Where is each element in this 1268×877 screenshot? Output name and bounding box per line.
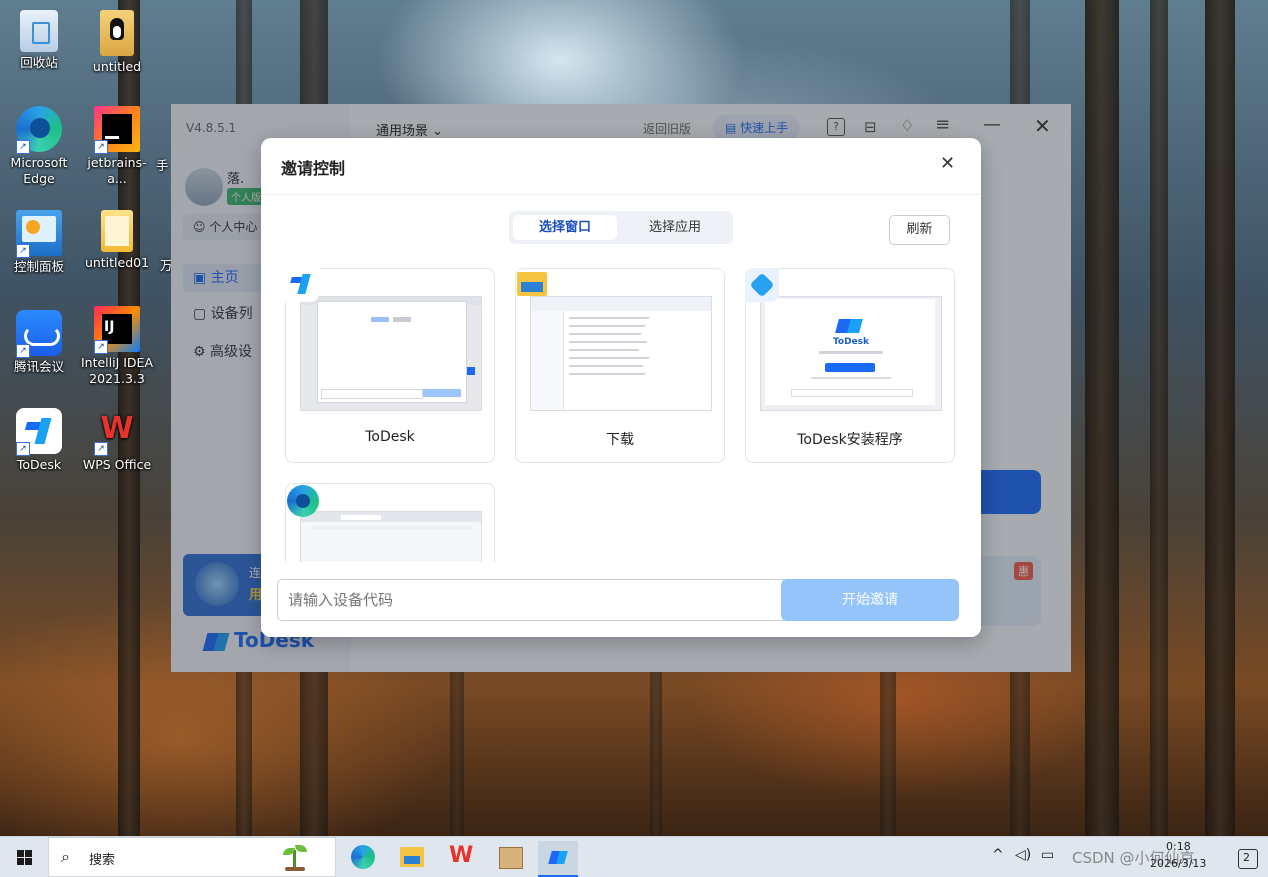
- search-label: 搜索: [89, 853, 116, 868]
- installer-brand: ToDesk: [832, 337, 870, 347]
- edge-icon: ↗: [16, 106, 62, 154]
- window-title: ToDesk安装程序: [797, 432, 903, 448]
- desktop-icon-label: 手: [156, 158, 169, 173]
- desktop-icon-untitled01[interactable]: untitled01: [78, 210, 156, 271]
- jetbrains-icon: ↗: [94, 106, 140, 154]
- chevron-up-icon[interactable]: ^: [992, 847, 1004, 863]
- desktop-icon-intellij[interactable]: IJ ↗ IntelliJ IDEA 2021.3.3: [78, 306, 156, 387]
- window-card-todesk[interactable]: ToDesk: [285, 268, 495, 463]
- desktop-icon-untitled[interactable]: untitled: [78, 10, 156, 75]
- todesk-icon: [285, 268, 319, 302]
- taskbar-package[interactable]: [490, 841, 530, 877]
- plant-icon: [281, 842, 309, 872]
- todesk-icon: ↗: [16, 408, 62, 456]
- control-panel-icon: ↗: [16, 210, 62, 258]
- desktop-icon-label: jetbrains-a...: [87, 155, 147, 186]
- intellij-icon: IJ ↗: [94, 306, 140, 354]
- tencent-meeting-icon: ↗: [16, 310, 62, 358]
- notification-count: 2: [1243, 851, 1250, 864]
- folder-icon: [101, 210, 133, 252]
- taskbar: ⌕ 搜索 W ^ ◁) ▭ CSDN @小何仙京 0:18 2026/3/13 …: [0, 836, 1268, 877]
- dialog-title: 邀请控制: [281, 159, 346, 178]
- window-thumbnail: [530, 296, 712, 411]
- desktop-icon-label: IntelliJ IDEA 2021.3.3: [80, 355, 154, 386]
- search-box[interactable]: ⌕ 搜索: [48, 837, 336, 877]
- desktop-icon-label: Microsoft Edge: [10, 155, 68, 186]
- desktop-icon-label: untitled01: [84, 255, 150, 270]
- window-thumbnail: ToDesk: [760, 296, 942, 411]
- tab-select-window[interactable]: 选择窗口: [513, 215, 617, 240]
- desktop-icon-control-panel[interactable]: ↗ 控制面板: [0, 210, 78, 275]
- desktop-icon-label: 回收站: [20, 55, 58, 70]
- desktop-icon-edge[interactable]: ↗ Microsoft Edge: [0, 106, 78, 187]
- clock-date[interactable]: 2026/3/13: [1150, 857, 1206, 870]
- start-button[interactable]: [0, 837, 48, 877]
- window-title: 下载: [606, 432, 634, 448]
- tab-select-app[interactable]: 选择应用: [623, 215, 727, 240]
- invite-control-dialog: 邀请控制 ✕ 选择窗口 选择应用 刷新 ToDesk 下载 ToDesk ToD…: [261, 138, 981, 637]
- search-icon: ⌕: [61, 847, 70, 866]
- refresh-button[interactable]: 刷新: [889, 215, 950, 245]
- volume-icon[interactable]: ◁): [1015, 847, 1031, 863]
- package-icon: [499, 847, 523, 869]
- wps-icon: W ↗: [94, 408, 140, 456]
- windows-logo-icon: [17, 850, 32, 865]
- todesk-installer-icon: [745, 268, 779, 302]
- taskbar-file-explorer[interactable]: [392, 841, 432, 877]
- notification-button[interactable]: 2: [1238, 849, 1258, 869]
- desktop-icon-label: ToDesk: [16, 457, 62, 472]
- todesk-icon: [548, 851, 568, 864]
- desktop-icon-label: untitled: [92, 59, 142, 74]
- desktop-icon-label: 腾讯会议: [13, 359, 64, 374]
- taskbar-todesk[interactable]: [538, 841, 578, 877]
- linux-tux-icon: [100, 10, 134, 56]
- footer-bar: 开始邀请: [261, 562, 981, 637]
- window-card-todesk-installer[interactable]: ToDesk ToDesk安装程序: [745, 268, 955, 463]
- window-card-downloads[interactable]: 下载: [515, 268, 725, 463]
- window-title: ToDesk: [365, 429, 415, 445]
- desktop-icon-wps[interactable]: W ↗ WPS Office: [78, 408, 156, 473]
- start-invite-button[interactable]: 开始邀请: [781, 579, 959, 621]
- desktop-icon-jetbrains[interactable]: ↗ jetbrains-a...: [78, 106, 156, 187]
- taskbar-edge[interactable]: [343, 841, 383, 877]
- desktop-icon-todesk[interactable]: ↗ ToDesk: [0, 408, 78, 473]
- wps-icon: W: [449, 843, 474, 868]
- desktop-icon-label: 控制面板: [13, 259, 64, 274]
- source-tabs: 选择窗口 选择应用: [509, 211, 733, 244]
- desktop-icon-recycle-bin[interactable]: 回收站: [0, 10, 78, 71]
- recycle-bin-icon: [20, 10, 58, 52]
- edge-icon: [285, 483, 319, 517]
- file-explorer-icon: [515, 268, 549, 302]
- dialog-divider: [261, 194, 981, 195]
- clock-time[interactable]: 0:18: [1166, 840, 1191, 853]
- desktop-icon-tencent-meeting[interactable]: ↗ 腾讯会议: [0, 310, 78, 375]
- device-code-input[interactable]: [277, 579, 787, 621]
- desktop-icon-label: WPS Office: [82, 457, 152, 472]
- taskbar-wps[interactable]: W: [441, 841, 481, 877]
- todesk-icon: [835, 319, 863, 333]
- close-icon[interactable]: ✕: [940, 153, 955, 174]
- network-icon[interactable]: ▭: [1041, 847, 1054, 863]
- window-thumbnail: [300, 296, 482, 411]
- edge-icon: [351, 845, 375, 869]
